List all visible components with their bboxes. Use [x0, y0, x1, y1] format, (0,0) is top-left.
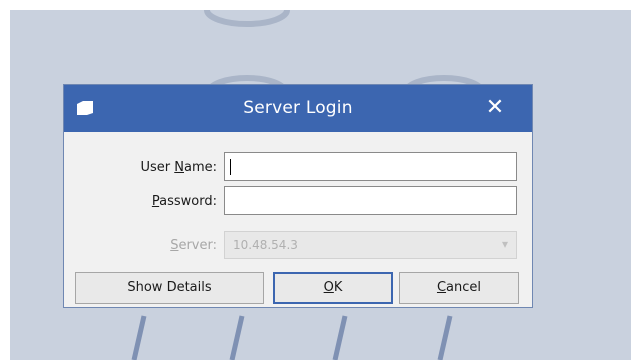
- close-icon[interactable]: ✕: [478, 93, 512, 123]
- server-select[interactable]: 10.48.54.3 ▾: [224, 231, 517, 259]
- username-label: User Name:: [140, 160, 217, 175]
- cancel-button[interactable]: Cancel: [399, 272, 519, 304]
- username-field[interactable]: [224, 152, 517, 181]
- chevron-down-icon: ▾: [501, 237, 508, 251]
- dialog-title: Server Login: [243, 98, 353, 118]
- ok-button[interactable]: OK: [273, 272, 393, 304]
- password-label: Password:: [151, 194, 217, 209]
- show-details-button[interactable]: Show Details: [75, 272, 264, 304]
- password-field[interactable]: [224, 186, 517, 215]
- title-bar[interactable]: Server Login ✕: [64, 85, 532, 132]
- server-value: 10.48.54.3: [233, 238, 298, 252]
- server-login-dialog: Server Login ✕ User Name: Password: Serv…: [63, 84, 533, 308]
- server-label: Server:: [170, 238, 217, 253]
